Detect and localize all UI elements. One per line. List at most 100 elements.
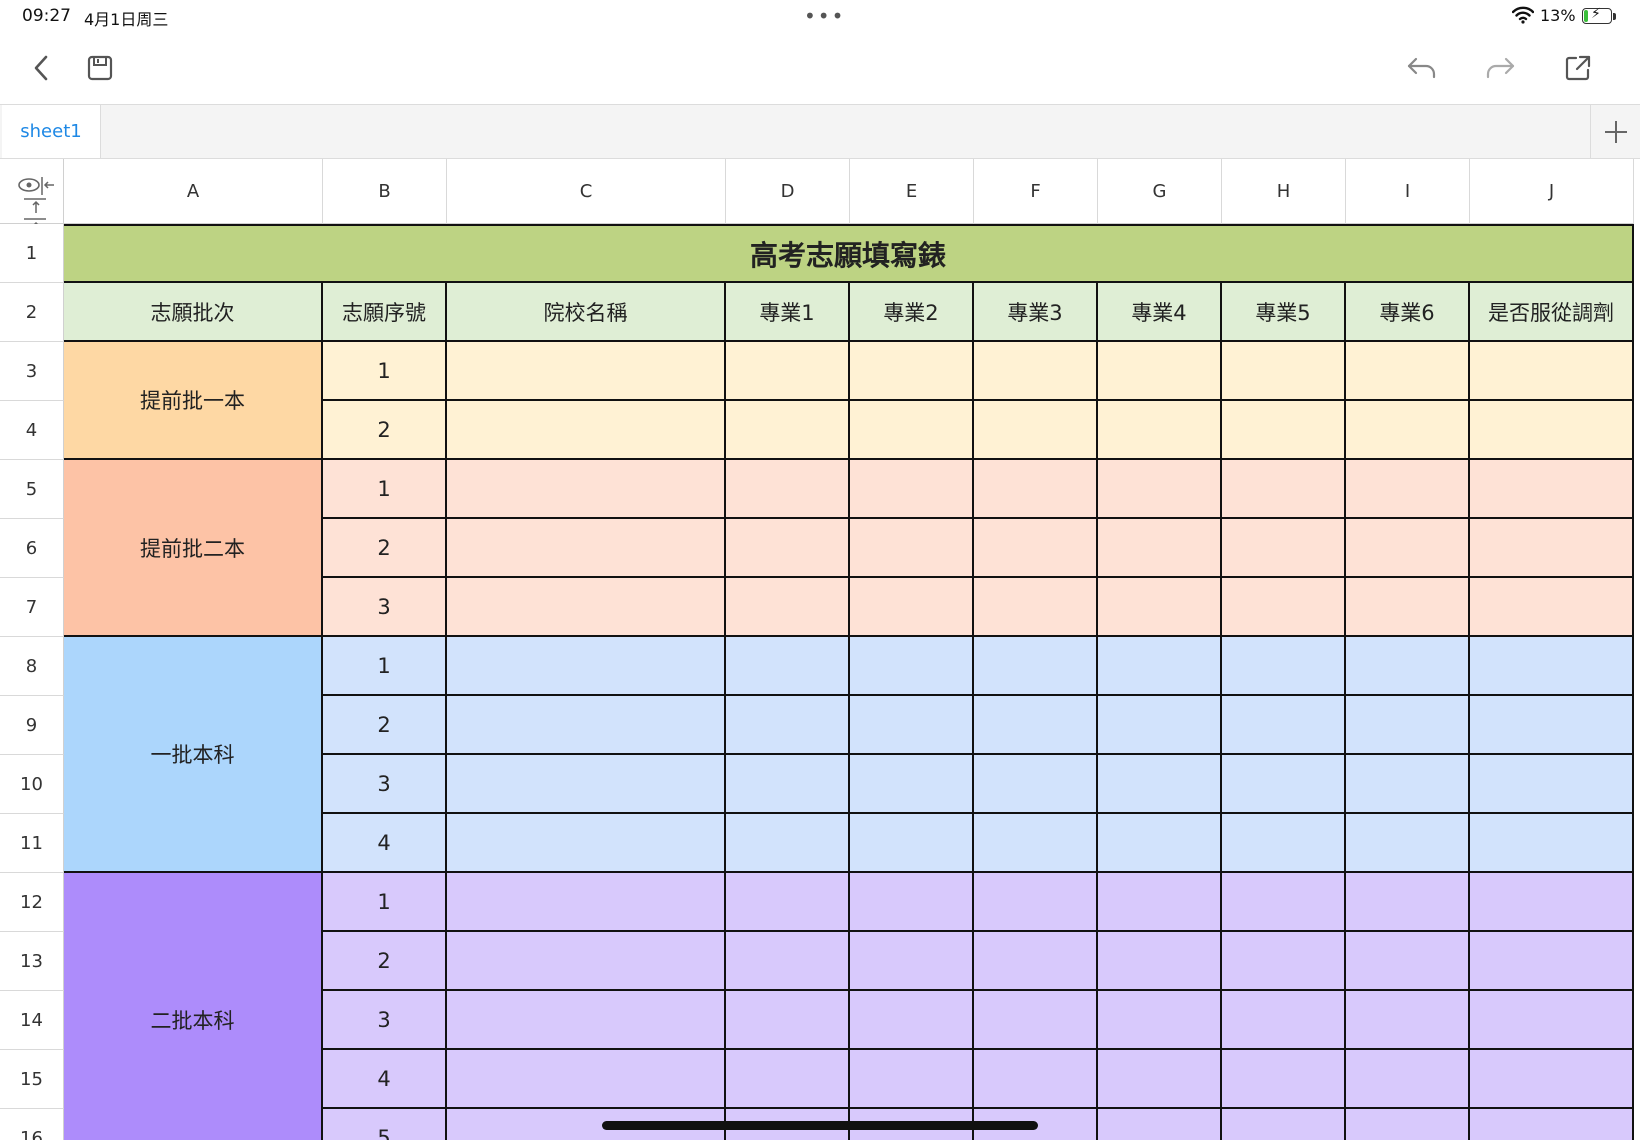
data-cell[interactable] [1346, 991, 1470, 1050]
data-cell[interactable] [1470, 991, 1634, 1050]
row-header-8[interactable]: 8 [0, 637, 64, 696]
data-cell[interactable] [447, 755, 726, 814]
data-cell[interactable] [850, 342, 974, 401]
sequence-cell[interactable]: 3 [323, 991, 447, 1050]
data-cell[interactable] [974, 696, 1098, 755]
sequence-cell[interactable]: 1 [323, 873, 447, 932]
redo-button[interactable] [1478, 46, 1522, 90]
data-cell[interactable] [447, 873, 726, 932]
data-cell[interactable] [1222, 814, 1346, 873]
data-cell[interactable] [1098, 1050, 1222, 1109]
data-cell[interactable] [850, 696, 974, 755]
data-cell[interactable] [1098, 519, 1222, 578]
data-cell[interactable] [1470, 637, 1634, 696]
sequence-cell[interactable]: 1 [323, 637, 447, 696]
data-cell[interactable] [1098, 991, 1222, 1050]
add-sheet-button[interactable] [1590, 105, 1640, 158]
sequence-cell[interactable]: 2 [323, 932, 447, 991]
data-cell[interactable] [850, 637, 974, 696]
save-button[interactable] [78, 46, 122, 90]
data-cell[interactable] [447, 991, 726, 1050]
data-cell[interactable] [1222, 401, 1346, 460]
data-cell[interactable] [850, 755, 974, 814]
batch-label-cell[interactable]: 提前批二本 [64, 460, 323, 637]
data-cell[interactable] [1470, 578, 1634, 637]
data-cell[interactable] [726, 401, 850, 460]
data-cell[interactable] [1098, 578, 1222, 637]
home-indicator[interactable] [602, 1121, 1038, 1130]
data-cell[interactable] [726, 991, 850, 1050]
data-cell[interactable] [1346, 519, 1470, 578]
data-cell[interactable] [1470, 932, 1634, 991]
data-cell[interactable] [1098, 401, 1222, 460]
data-cell[interactable] [447, 696, 726, 755]
sequence-cell[interactable]: 3 [323, 578, 447, 637]
batch-label-cell[interactable]: 一批本科 [64, 637, 323, 873]
row-header-4[interactable]: 4 [0, 401, 64, 460]
data-cell[interactable] [1346, 1050, 1470, 1109]
row-header-2[interactable]: 2 [0, 283, 64, 342]
data-cell[interactable] [1098, 814, 1222, 873]
row-header-7[interactable]: 7 [0, 578, 64, 637]
data-cell[interactable] [1222, 696, 1346, 755]
data-cell[interactable] [1222, 519, 1346, 578]
header-cell[interactable]: 專業4 [1098, 283, 1222, 342]
header-cell[interactable]: 專業6 [1346, 283, 1470, 342]
undo-button[interactable] [1400, 46, 1444, 90]
data-cell[interactable] [1222, 342, 1346, 401]
multitasking-dots[interactable]: ••• [804, 4, 845, 28]
data-cell[interactable] [850, 519, 974, 578]
data-cell[interactable] [850, 873, 974, 932]
data-cell[interactable] [1470, 401, 1634, 460]
data-cell[interactable] [1346, 932, 1470, 991]
sequence-cell[interactable]: 2 [323, 519, 447, 578]
data-cell[interactable] [850, 991, 974, 1050]
data-cell[interactable] [447, 814, 726, 873]
column-header-e[interactable]: E [850, 159, 974, 224]
data-cell[interactable] [1222, 991, 1346, 1050]
row-header-3[interactable]: 3 [0, 342, 64, 401]
sequence-cell[interactable]: 3 [323, 755, 447, 814]
batch-label-cell[interactable]: 提前批一本 [64, 342, 323, 460]
data-cell[interactable] [1470, 519, 1634, 578]
row-header-14[interactable]: 14 [0, 991, 64, 1050]
data-cell[interactable] [974, 814, 1098, 873]
data-cell[interactable] [1098, 755, 1222, 814]
data-cell[interactable] [447, 401, 726, 460]
data-cell[interactable] [447, 932, 726, 991]
batch-label-cell[interactable]: 二批本科 [64, 873, 323, 1140]
row-header-12[interactable]: 12 [0, 873, 64, 932]
data-cell[interactable] [1470, 342, 1634, 401]
data-cell[interactable] [1098, 342, 1222, 401]
data-cell[interactable] [974, 460, 1098, 519]
data-cell[interactable] [1222, 932, 1346, 991]
data-cell[interactable] [1222, 578, 1346, 637]
row-header-10[interactable]: 10 [0, 755, 64, 814]
column-header-d[interactable]: D [726, 159, 850, 224]
data-cell[interactable] [1470, 460, 1634, 519]
column-header-j[interactable]: J [1470, 159, 1634, 224]
row-header-15[interactable]: 15 [0, 1050, 64, 1109]
column-header-g[interactable]: G [1098, 159, 1222, 224]
column-header-i[interactable]: I [1346, 159, 1470, 224]
data-cell[interactable] [1098, 637, 1222, 696]
data-cell[interactable] [850, 932, 974, 991]
data-cell[interactable] [726, 519, 850, 578]
data-cell[interactable] [1470, 814, 1634, 873]
sequence-cell[interactable]: 5 [323, 1109, 447, 1140]
data-cell[interactable] [447, 519, 726, 578]
data-cell[interactable] [1470, 696, 1634, 755]
data-cell[interactable] [726, 755, 850, 814]
data-cell[interactable] [726, 1050, 850, 1109]
data-cell[interactable] [1346, 1109, 1470, 1140]
data-cell[interactable] [850, 814, 974, 873]
data-cell[interactable] [726, 814, 850, 873]
row-header-16[interactable]: 16 [0, 1109, 64, 1140]
sheet-title-cell[interactable]: 高考志願填寫錶 [64, 224, 1634, 283]
data-cell[interactable] [1222, 1050, 1346, 1109]
data-cell[interactable] [1346, 460, 1470, 519]
data-cell[interactable] [447, 460, 726, 519]
data-cell[interactable] [726, 578, 850, 637]
header-cell[interactable]: 專業3 [974, 283, 1098, 342]
select-all-corner[interactable] [0, 159, 64, 229]
